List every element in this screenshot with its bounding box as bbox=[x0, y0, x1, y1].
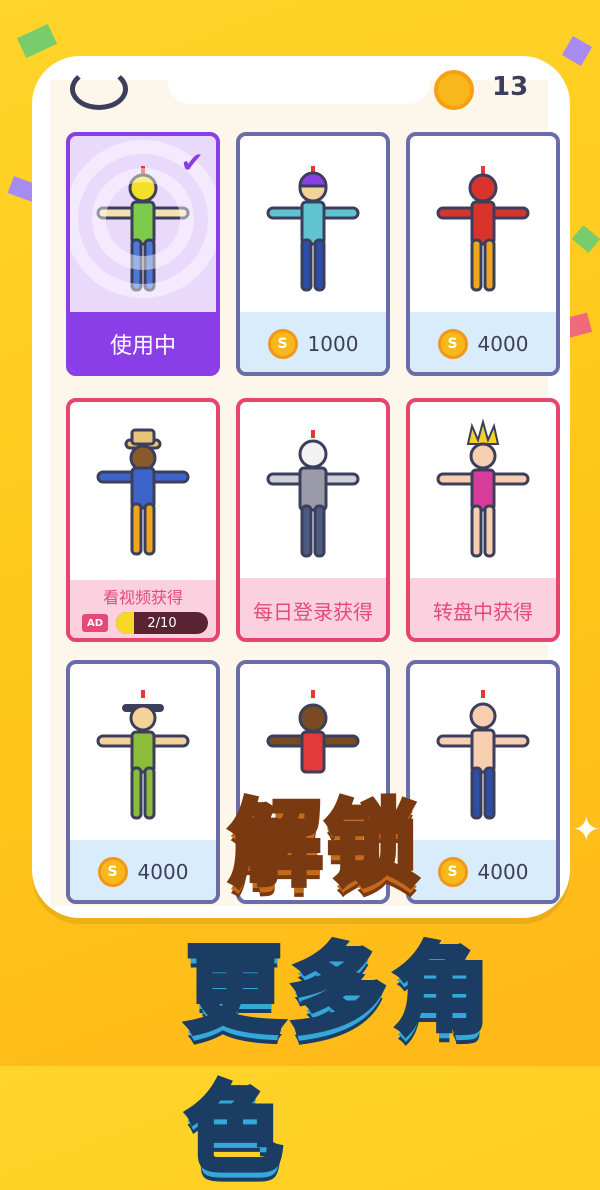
confetti-green bbox=[571, 225, 600, 253]
character-art bbox=[240, 402, 386, 578]
character-art bbox=[410, 664, 556, 840]
coin-icon: S bbox=[437, 857, 468, 887]
price-label: 4000 bbox=[477, 332, 529, 356]
ad-progress-row[interactable]: AD 2/10 bbox=[82, 612, 208, 634]
stickman-skull-icon bbox=[266, 430, 360, 558]
price-footer: S 4000 bbox=[410, 312, 556, 372]
confetti-green bbox=[16, 23, 58, 59]
coin-icon: S bbox=[437, 329, 468, 359]
coin-icon: S bbox=[267, 329, 298, 359]
character-card-7[interactable]: S 4000 bbox=[66, 660, 220, 904]
back-button[interactable] bbox=[70, 68, 128, 110]
stickman-dancer-icon bbox=[436, 418, 530, 558]
stickman-explorer-icon bbox=[96, 690, 190, 820]
character-card-6[interactable]: 转盘中获得 bbox=[406, 398, 560, 642]
coin-icon bbox=[434, 70, 474, 110]
character-card-9[interactable]: S 4000 bbox=[406, 660, 560, 904]
ad-video-icon: AD bbox=[82, 614, 108, 632]
character-art bbox=[70, 402, 216, 578]
progress-text: 2/10 bbox=[147, 615, 177, 631]
character-card-3[interactable]: S 4000 bbox=[406, 132, 560, 376]
stickman-cap-icon bbox=[266, 166, 360, 292]
character-art bbox=[240, 136, 386, 312]
promo-title-line1: 解锁 bbox=[227, 788, 423, 901]
coin-count: 13 bbox=[492, 72, 529, 102]
price-label: 4000 bbox=[137, 860, 189, 884]
price-footer: S 4000 bbox=[410, 840, 556, 900]
stickman-fighter-icon bbox=[436, 690, 530, 820]
character-card-4[interactable]: 看视频获得 AD 2/10 bbox=[66, 398, 220, 642]
character-card-1[interactable]: ✔ 使用中 bbox=[66, 132, 220, 376]
price-footer: S 4000 bbox=[70, 840, 216, 900]
phone-notch bbox=[168, 70, 430, 104]
stickman-cowboy-icon bbox=[96, 428, 190, 556]
character-art bbox=[410, 402, 556, 578]
character-card-5[interactable]: 每日登录获得 bbox=[236, 398, 390, 642]
character-art bbox=[410, 136, 556, 312]
stickman-hero-icon bbox=[436, 166, 530, 292]
price-footer: S 1000 bbox=[240, 312, 386, 372]
price-label: 4000 bbox=[477, 860, 529, 884]
selected-check-icon: ✔ bbox=[180, 146, 204, 179]
character-art bbox=[70, 664, 216, 840]
confetti-purple bbox=[561, 35, 593, 67]
sparkle-icon: ✦ bbox=[572, 810, 600, 850]
task-footer: 每日登录获得 bbox=[240, 578, 386, 638]
character-card-2[interactable]: S 1000 bbox=[236, 132, 390, 376]
price-label: 1000 bbox=[307, 332, 359, 356]
ad-progress-bar: 2/10 bbox=[116, 612, 208, 634]
coin-icon: S bbox=[97, 857, 128, 887]
task-footer: 转盘中获得 bbox=[410, 578, 556, 638]
promo-title-line2: 更多角色 bbox=[183, 931, 498, 1188]
card-status: 使用中 bbox=[70, 312, 216, 372]
task-label: 看视频获得 bbox=[102, 588, 183, 607]
